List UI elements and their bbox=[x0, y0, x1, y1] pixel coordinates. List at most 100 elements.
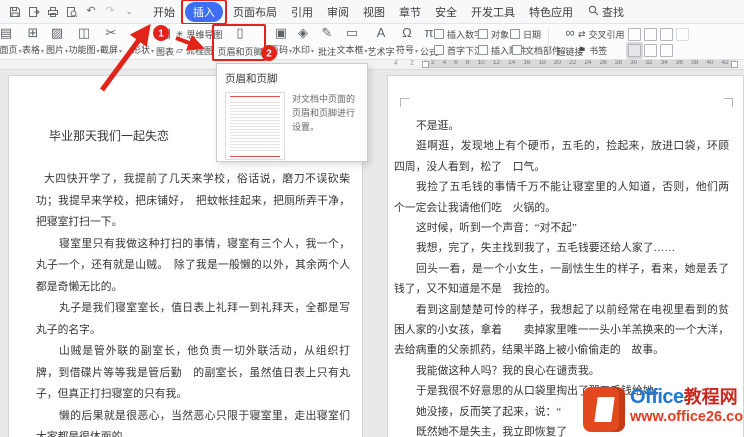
ruler-number: 36 bbox=[675, 59, 684, 67]
paragraph[interactable]: 我捡了五毛钱的事情千万不能让寝室里的人知道，否则，他们两个一定会让我请他们吃 火… bbox=[394, 177, 729, 218]
watermark-brand: Office教程网 bbox=[630, 386, 738, 408]
paragraph[interactable]: 不是逛。 bbox=[394, 116, 729, 136]
menu-tab[interactable]: 审阅 bbox=[320, 1, 356, 23]
text-box-icon: ▭ bbox=[345, 25, 359, 40]
ruler-number: 42 bbox=[721, 59, 729, 67]
ruler-number: 12 bbox=[492, 59, 501, 67]
undo-icon[interactable]: ↶ bbox=[84, 5, 98, 19]
page-left-body: 大四快开学了，我提前了几天来学校，俗话说，磨刀不误砍柴功；我提早来学校，把床铺好… bbox=[36, 169, 350, 437]
symbol-icon: Ω bbox=[402, 25, 412, 40]
drop-cap-button[interactable]: 首字下沉 bbox=[434, 44, 483, 56]
cross-reference-button[interactable]: ⇄ 交叉引用 bbox=[578, 28, 625, 40]
table-icon: ⊞ bbox=[27, 25, 39, 40]
thumb-text-lines bbox=[230, 100, 280, 152]
menu-tab[interactable]: 引用 bbox=[284, 1, 320, 23]
ribbon-mini-icon[interactable] bbox=[660, 28, 673, 41]
paragraph[interactable]: 寝室里只有我做这种打扫的事情，寝室有三个人，我一个，丸子一个，还有就是山贼。 除… bbox=[36, 234, 350, 299]
redo-icon: ↷ bbox=[105, 5, 115, 17]
mindmap-icon: ✳ bbox=[176, 28, 184, 39]
paragraph[interactable]: 大四快开学了，我提前了几天来学校，俗话说，磨刀不误砍柴功；我提早来学校，把床铺好… bbox=[36, 169, 350, 234]
ruler-number: 26 bbox=[599, 59, 607, 67]
bookmark-icon: ⚑ bbox=[578, 44, 587, 55]
paragraph[interactable]: 逛啊逛，发现地上有个硬币，五毛的，捡起来，放进口袋，环顾四周，没人看到，松了 口… bbox=[394, 136, 729, 177]
cover-page-icon: ▤ bbox=[0, 25, 13, 40]
ruler-number: 2 bbox=[431, 59, 435, 67]
menu-tab[interactable]: 插入 bbox=[181, 0, 227, 25]
export-pdf-icon[interactable] bbox=[27, 5, 41, 19]
ribbon-mini-icon[interactable] bbox=[660, 44, 673, 57]
ruler-margin-number: 4 bbox=[394, 60, 398, 67]
picture-icon: ▨ bbox=[50, 25, 64, 40]
ruler-number: 40 bbox=[706, 59, 714, 67]
comment-icon: ✎ bbox=[321, 25, 333, 40]
watermark-icon: ◈ bbox=[298, 25, 308, 40]
office-logo-icon bbox=[583, 387, 625, 432]
hyperlink-icon: ∞ bbox=[565, 25, 575, 40]
menu-tab[interactable]: 开始 bbox=[146, 1, 182, 23]
header-footer-button[interactable]: ▯ 页眉和页脚 bbox=[214, 25, 266, 58]
paragraph[interactable]: 回头一看，是一个小女生，一副怯生生的样子，看来，她是丢了钱了，又不知道是不是 我… bbox=[394, 259, 729, 300]
text-boundary-mark bbox=[724, 98, 733, 107]
flowchart-button[interactable]: ▱ 流程图 bbox=[176, 44, 213, 56]
ribbon-mini-icon[interactable] bbox=[644, 44, 657, 57]
menu-tab[interactable]: 安全 bbox=[428, 1, 464, 23]
ribbon-mini-icon[interactable] bbox=[644, 28, 657, 41]
smart-diagram-icon: ◫ bbox=[77, 25, 91, 40]
paragraph[interactable]: 丸子是我们寝室室长，值日表上礼拜一到礼拜天，全都是写丸子的名字。 bbox=[36, 298, 350, 341]
menu-tab[interactable]: 特色应用 bbox=[522, 1, 580, 23]
insert-number-icon bbox=[434, 29, 444, 39]
object-button[interactable]: 对象 bbox=[478, 28, 513, 40]
print-icon[interactable] bbox=[46, 5, 60, 19]
menu-tab[interactable]: 视图 bbox=[356, 1, 392, 23]
paragraph[interactable]: 我能做这种人吗？我的良心在谴责我。 bbox=[394, 361, 729, 381]
ruler-number: 38 bbox=[691, 59, 699, 67]
ruler-band: 2 4 6 8 10 12 14 16 18 20 22 24 26 28 30 32 34 36 38 40 42 bbox=[422, 59, 738, 68]
horizontal-ruler[interactable]: 4 2 2 4 6 8 10 12 14 16 18 20 22 24 26 28 30 32 34 36 38 40… bbox=[0, 59, 744, 70]
paragraph[interactable]: 山贼是管外联的副室长，他负责一切外联活动，从组织打牌，到借碟片等等我是管后勤 的… bbox=[36, 341, 350, 406]
screenshot-icon: ✂ bbox=[105, 25, 117, 40]
save-icon[interactable] bbox=[8, 5, 22, 19]
wps-writer-window: ↶ ↷ ⌄ 开始插入页面布局引用审阅视图章节安全开发工具特色应用 查找 ▤ 封面… bbox=[0, 0, 744, 437]
ruler-number: 18 bbox=[538, 59, 546, 67]
search-icon bbox=[588, 5, 599, 19]
paragraph[interactable]: 这时候，听到一个声音：“对不起” bbox=[394, 218, 729, 238]
ruler-number: 34 bbox=[660, 59, 668, 67]
ruler-margin-number: 2 bbox=[410, 60, 414, 67]
ruler-number: 4 bbox=[442, 59, 447, 67]
insert-number-button[interactable]: 插入数字 bbox=[434, 28, 483, 40]
bookmark-button[interactable]: ⚑ 书签 bbox=[578, 44, 607, 56]
ribbon-mini-icon[interactable] bbox=[628, 28, 641, 41]
drop-cap-icon bbox=[434, 45, 444, 55]
menu-tab[interactable]: 章节 bbox=[392, 1, 428, 23]
ruler-number: 24 bbox=[584, 59, 592, 67]
ribbon-mini-icon bbox=[676, 28, 689, 41]
watermark-url: www.office26.com bbox=[630, 409, 744, 425]
document-page-right[interactable]: 不是逛。 逛啊逛，发现地上有个硬币，五毛的，捡起来，放进口袋，环顾四周，没人看到，… bbox=[387, 75, 744, 437]
ribbon-mini-icon[interactable] bbox=[628, 44, 641, 57]
find-button[interactable]: 查找 bbox=[588, 4, 624, 20]
date-button[interactable]: 日期 bbox=[510, 28, 541, 40]
paragraph[interactable]: 看到这副楚楚可怜的样子，我想起了以前经常在电视里看到的贫困人家的小女孩，拿着 卖… bbox=[394, 300, 729, 361]
flowchart-icon: ▱ bbox=[176, 44, 183, 55]
thumb-header-line bbox=[230, 96, 280, 97]
menu-tab[interactable]: 开发工具 bbox=[464, 1, 522, 23]
paragraph[interactable]: 懒的后果就是很恶心，当然恶心只限于寝室里，走出寝室们大家都是很体面的。 bbox=[36, 406, 350, 437]
paragraph[interactable]: 我想，完了，失主找到我了，五毛钱要还给人家了…… bbox=[394, 238, 729, 258]
toolbar-more-icon[interactable]: ⌄ bbox=[122, 5, 136, 19]
menu-tab[interactable]: 页面布局 bbox=[226, 1, 284, 23]
print-preview-icon[interactable] bbox=[65, 5, 79, 19]
shapes-icon: ◇ bbox=[138, 25, 148, 40]
object-icon bbox=[478, 29, 488, 39]
tooltip-title: 页眉和页脚 bbox=[225, 73, 278, 85]
attachment-icon bbox=[478, 45, 488, 55]
ribbon-insert: ▤ 封面页 ⊞ 表格 ▨ 图片 ◫ 功能图 ✂ 截屏 ◇ 形状 ▦ 图表 ✳ 思 bbox=[0, 24, 744, 60]
screenshot-button[interactable]: ✂ 截屏 bbox=[96, 26, 126, 57]
ruler-number: 28 bbox=[614, 59, 623, 67]
ruler-number: 10 bbox=[477, 59, 485, 67]
ruler-number: 20 bbox=[553, 59, 562, 67]
site-watermark: Office教程网 www.office26.com bbox=[583, 387, 744, 432]
chart-icon: ▦ bbox=[158, 25, 172, 40]
ruler-number: 32 bbox=[645, 59, 653, 67]
word-art-icon: A bbox=[376, 25, 386, 40]
header-footer-icon: ▯ bbox=[236, 25, 244, 40]
